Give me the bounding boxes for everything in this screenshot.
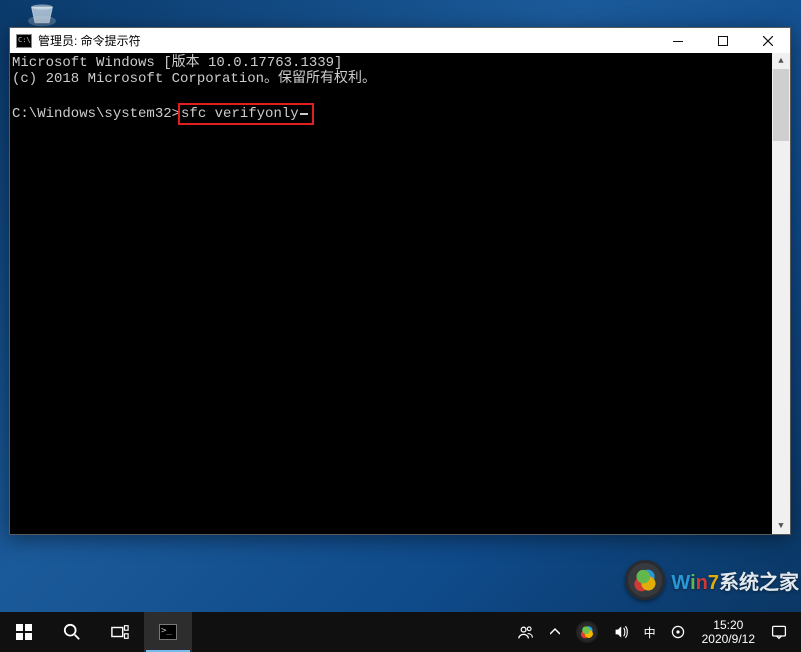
task-view-button[interactable] xyxy=(96,612,144,652)
volume-button[interactable] xyxy=(606,612,638,652)
taskbar-cmd-button[interactable] xyxy=(144,612,192,652)
scroll-up-button[interactable]: ▲ xyxy=(773,53,789,69)
tray-overflow-button[interactable] xyxy=(542,612,568,652)
cmd-title-icon: C:\ xyxy=(16,34,32,48)
watermark-mini-icon xyxy=(576,621,598,643)
clock-time: 15:20 xyxy=(702,618,755,632)
watermark-logo-icon xyxy=(625,560,665,600)
terminal-command: sfc verifyonly xyxy=(181,106,299,122)
cursor-icon xyxy=(300,113,308,115)
people-button[interactable] xyxy=(510,612,542,652)
highlighted-command: sfc verifyonly xyxy=(178,103,314,125)
close-button[interactable] xyxy=(745,28,790,53)
watermark: Win7系统之家 xyxy=(625,560,799,600)
maximize-button[interactable] xyxy=(700,28,745,53)
scroll-down-button[interactable]: ▼ xyxy=(773,518,789,534)
watermark-text: Win7系统之家 xyxy=(671,566,799,595)
terminal-line: Microsoft Windows [版本 10.0.17763.1339] xyxy=(12,55,342,71)
start-button[interactable] xyxy=(0,612,48,652)
window-controls xyxy=(655,28,790,53)
location-tray-icon[interactable] xyxy=(662,612,694,652)
taskbar: 中 15:20 2020/9/12 xyxy=(0,612,801,652)
tray-app-icon[interactable] xyxy=(568,612,606,652)
titlebar[interactable]: C:\ 管理员: 命令提示符 xyxy=(10,28,790,53)
scrollbar-thumb[interactable] xyxy=(773,69,789,141)
taskbar-clock[interactable]: 15:20 2020/9/12 xyxy=(694,618,763,646)
search-button[interactable] xyxy=(48,612,96,652)
action-center-button[interactable] xyxy=(763,612,795,652)
clock-date: 2020/9/12 xyxy=(702,632,755,646)
minimize-button[interactable] xyxy=(655,28,700,53)
terminal-line: (c) 2018 Microsoft Corporation。保留所有权利。 xyxy=(12,71,376,87)
recycle-bin-icon[interactable] xyxy=(20,0,64,28)
window-title: 管理员: 命令提示符 xyxy=(38,32,655,49)
cmd-icon xyxy=(159,624,177,640)
cmd-window: C:\ 管理员: 命令提示符 Microsoft Windows [版本 10.… xyxy=(9,27,791,535)
ime-button[interactable]: 中 xyxy=(638,612,662,652)
terminal-body[interactable]: Microsoft Windows [版本 10.0.17763.1339] (… xyxy=(10,53,790,534)
terminal-prompt: C:\Windows\system32> xyxy=(12,106,180,122)
